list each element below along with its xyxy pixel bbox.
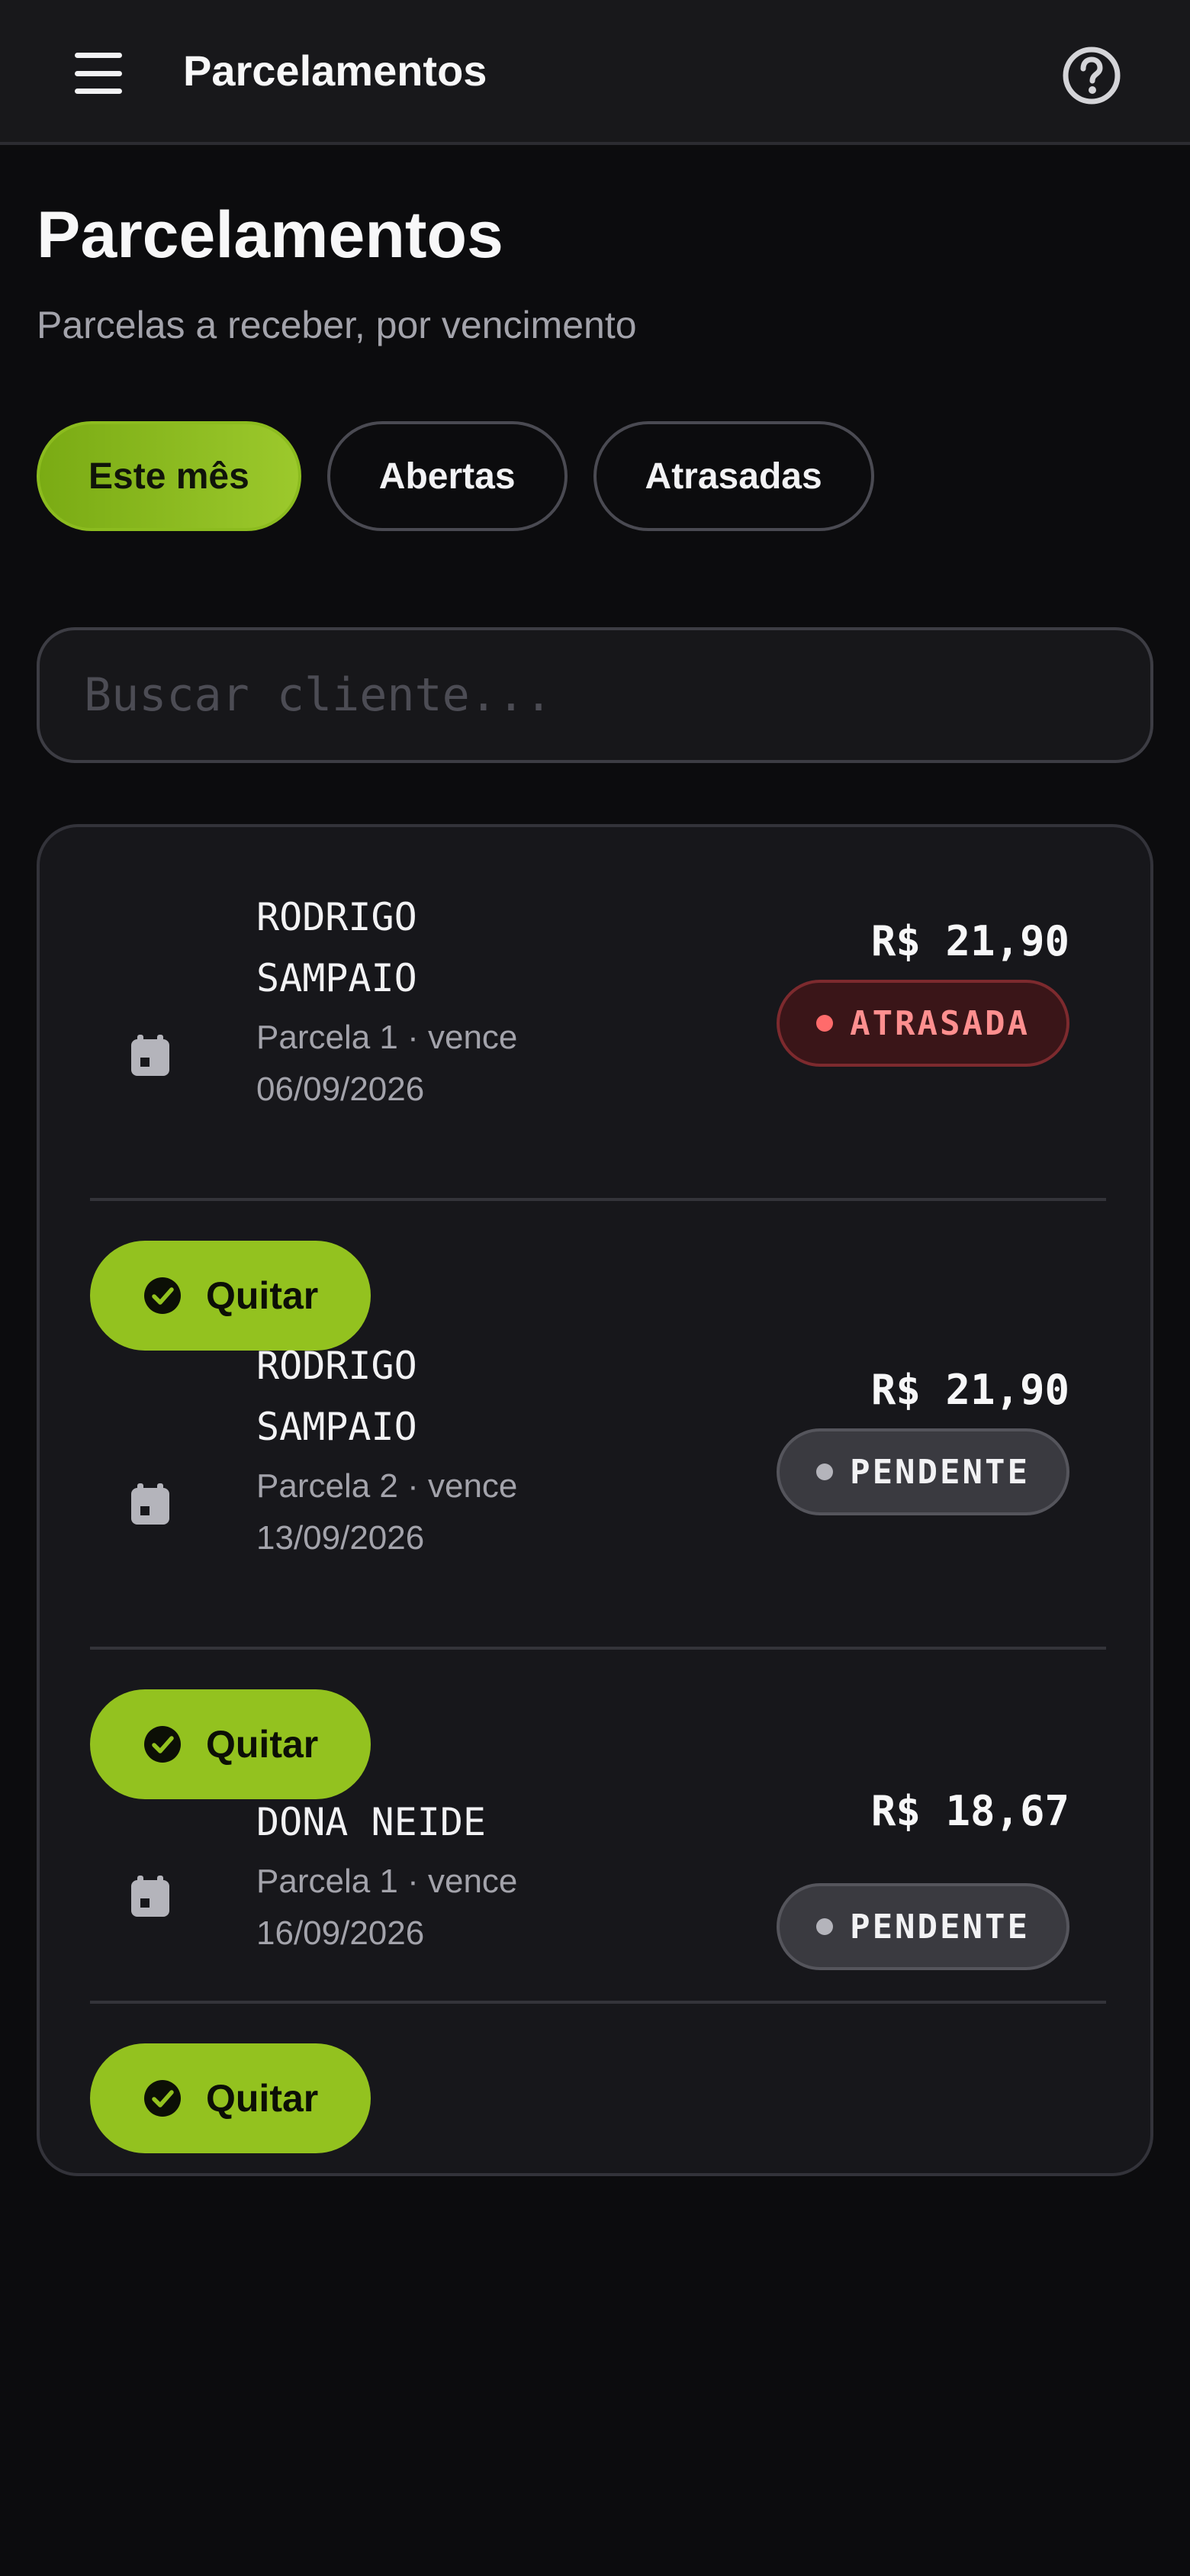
quitar-button[interactable]: Quitar	[90, 1241, 371, 1351]
status-label: PENDENTE	[850, 1452, 1030, 1492]
help-circle-icon	[1063, 47, 1121, 105]
installment-meta: Parcela 1 · vence 06/09/2026	[256, 1019, 518, 1108]
client-name: RODRIGO SAMPAIO	[256, 1344, 417, 1449]
quitar-button[interactable]: Quitar	[90, 2043, 371, 2153]
search-client-input[interactable]	[37, 627, 1153, 763]
calendar-icon	[131, 1876, 169, 1917]
status-dot-icon	[816, 1918, 834, 1935]
installment-amount: R$ 21,90	[870, 1366, 1069, 1414]
filter-chip-atrasadas[interactable]: Atrasadas	[593, 421, 874, 531]
divider	[90, 1647, 1106, 1650]
calendar-icon	[131, 1483, 169, 1525]
app-bar-title: Parcelamentos	[183, 47, 487, 95]
divider	[90, 2001, 1106, 2004]
installment-meta: Parcela 2 · vence 13/09/2026	[256, 1467, 518, 1557]
check-circle-icon	[144, 1277, 181, 1314]
quitar-button-label: Quitar	[206, 1723, 319, 1766]
installment-item: RODRIGO SAMPAIO Parcela 2 · vence 13/09/…	[90, 1335, 1106, 1799]
status-dot-icon	[816, 1463, 834, 1480]
status-label: ATRASADA	[850, 1003, 1030, 1043]
client-name: RODRIGO SAMPAIO	[256, 895, 417, 1000]
installment-meta: Parcela 1 · vence 16/09/2026	[256, 1863, 518, 1952]
quitar-button[interactable]: Quitar	[90, 1689, 371, 1799]
divider	[90, 1198, 1106, 1201]
help-button[interactable]	[1059, 43, 1124, 108]
client-name: DONA NEIDE	[256, 1800, 487, 1844]
check-circle-icon	[144, 2080, 181, 2117]
filter-chip-este-mes[interactable]: Este mês	[37, 421, 301, 531]
calendar-icon	[131, 1035, 169, 1076]
filter-chip-abertas[interactable]: Abertas	[326, 421, 568, 531]
filter-chips: Este mês Abertas Atrasadas	[37, 421, 874, 531]
quitar-button-label: Quitar	[206, 1274, 319, 1317]
installment-item: DONA NEIDE Parcela 1 · vence 16/09/2026 …	[90, 1784, 1106, 2153]
app-bar: Parcelamentos	[0, 0, 1190, 145]
check-circle-icon	[144, 1726, 181, 1763]
installment-amount: R$ 21,90	[870, 917, 1069, 965]
status-label: PENDENTE	[850, 1907, 1030, 1946]
installment-item: RODRIGO SAMPAIO Parcela 1 · vence 06/09/…	[90, 887, 1106, 1351]
status-badge: ATRASADA	[777, 980, 1069, 1067]
installment-amount: R$ 18,67	[870, 1787, 1069, 1835]
hamburger-menu-icon	[75, 53, 122, 94]
menu-button[interactable]	[50, 35, 146, 111]
status-dot-icon	[816, 1015, 834, 1032]
status-badge: PENDENTE	[777, 1883, 1069, 1970]
quitar-button-label: Quitar	[206, 2077, 319, 2120]
status-badge: PENDENTE	[777, 1428, 1069, 1515]
page-title: Parcelamentos	[37, 198, 503, 272]
installments-list: RODRIGO SAMPAIO Parcela 1 · vence 06/09/…	[37, 824, 1153, 2176]
page-subtitle: Parcelas a receber, por vencimento	[37, 304, 637, 346]
